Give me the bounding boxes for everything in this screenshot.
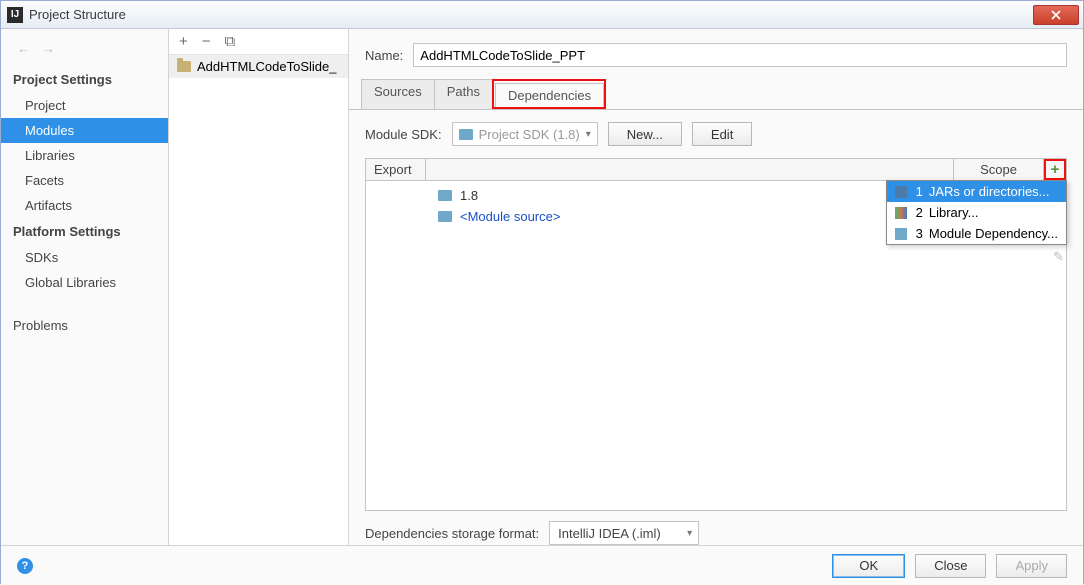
titlebar: IJ Project Structure: [1, 1, 1083, 29]
sidebar-item-project[interactable]: Project: [1, 93, 168, 118]
nav-back-icon[interactable]: ←: [17, 41, 30, 56]
content-panel: Name: Sources Paths Dependencies Module …: [349, 29, 1083, 545]
module-tabs: Sources Paths Dependencies: [349, 79, 1083, 110]
close-icon: [1051, 10, 1061, 20]
sdk-icon: [438, 190, 452, 201]
module-dep-icon: [895, 228, 907, 240]
apply-button[interactable]: Apply: [996, 554, 1067, 578]
sdk-edit-button[interactable]: Edit: [692, 122, 752, 146]
sidebar: ← → Project Settings Project Modules Lib…: [1, 29, 169, 545]
sidebar-item-libraries[interactable]: Libraries: [1, 143, 168, 168]
library-icon: [895, 207, 907, 219]
help-button[interactable]: ?: [17, 558, 33, 574]
storage-format-value: IntelliJ IDEA (.iml): [558, 526, 661, 541]
ok-button[interactable]: OK: [832, 554, 905, 578]
sidebar-item-facets[interactable]: Facets: [1, 168, 168, 193]
app-icon: IJ: [7, 7, 23, 23]
col-scope[interactable]: Scope: [954, 159, 1044, 180]
module-source-icon: [438, 211, 452, 222]
dependencies-table: Export Scope + 1.8 <Module source> 1: [365, 158, 1067, 511]
sidebar-section-project: Project Settings: [1, 66, 168, 93]
module-sdk-value: Project SDK (1.8): [479, 127, 580, 142]
sidebar-item-artifacts[interactable]: Artifacts: [1, 193, 168, 218]
sidebar-item-sdks[interactable]: SDKs: [1, 245, 168, 270]
chevron-down-icon: ▾: [687, 528, 692, 539]
cancel-button[interactable]: Close: [915, 554, 986, 578]
menu-item-jars[interactable]: 1 JARs or directories...: [887, 181, 1066, 202]
module-name-label: AddHTMLCodeToSlide_: [197, 59, 336, 74]
menu-item-module-dependency[interactable]: 3 Module Dependency...: [887, 223, 1066, 244]
edit-pencil-icon[interactable]: ✎: [1053, 249, 1064, 265]
sdk-folder-icon: [459, 129, 473, 140]
add-module-icon[interactable]: +: [179, 33, 188, 50]
remove-module-icon[interactable]: −: [202, 33, 211, 50]
add-dependency-menu: 1 JARs or directories... 2 Library... 3 …: [886, 180, 1067, 245]
window-title: Project Structure: [29, 7, 126, 22]
dependency-label: 1.8: [460, 188, 478, 203]
chevron-down-icon: ▾: [586, 129, 591, 140]
copy-module-icon[interactable]: ⧉: [225, 33, 236, 50]
close-window-button[interactable]: [1033, 5, 1079, 25]
folder-icon: [177, 61, 191, 72]
nav-forward-icon[interactable]: →: [42, 41, 55, 56]
tab-paths[interactable]: Paths: [434, 79, 493, 109]
sidebar-item-problems[interactable]: Problems: [1, 313, 168, 338]
col-dependency: [426, 159, 954, 180]
add-dependency-button[interactable]: +: [1044, 159, 1066, 180]
storage-format-select[interactable]: IntelliJ IDEA (.iml) ▾: [549, 521, 699, 545]
tab-dependencies[interactable]: Dependencies: [495, 83, 604, 107]
sidebar-item-modules[interactable]: Modules: [1, 118, 168, 143]
module-sdk-select[interactable]: Project SDK (1.8) ▾: [452, 122, 598, 146]
sdk-new-button[interactable]: New...: [608, 122, 682, 146]
name-label: Name:: [365, 48, 403, 63]
jar-icon: [895, 186, 907, 198]
menu-item-library[interactable]: 2 Library...: [887, 202, 1066, 223]
storage-format-label: Dependencies storage format:: [365, 526, 539, 541]
module-name-input[interactable]: [413, 43, 1067, 67]
dependency-label: <Module source>: [460, 209, 560, 224]
dialog-buttons: ? OK Close Apply: [1, 545, 1083, 585]
tab-sources[interactable]: Sources: [361, 79, 435, 109]
module-tree-panel: + − ⧉ AddHTMLCodeToSlide_: [169, 29, 349, 545]
module-sdk-label: Module SDK:: [365, 127, 442, 142]
sidebar-section-platform: Platform Settings: [1, 218, 168, 245]
col-export[interactable]: Export: [366, 159, 426, 180]
module-tree-item[interactable]: AddHTMLCodeToSlide_: [169, 55, 348, 78]
sidebar-item-global-libraries[interactable]: Global Libraries: [1, 270, 168, 295]
